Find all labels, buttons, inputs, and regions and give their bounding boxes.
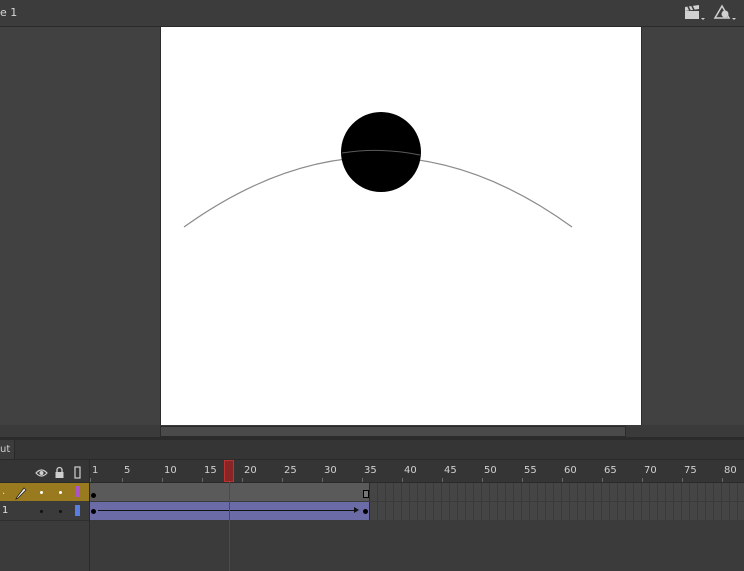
keyframe[interactable] bbox=[363, 509, 368, 514]
stage-drawing bbox=[183, 112, 573, 228]
tween-arrow bbox=[98, 510, 356, 511]
ruler-label: 40 bbox=[404, 465, 417, 476]
ruler-label: 35 bbox=[364, 465, 377, 476]
ruler-tick bbox=[202, 478, 203, 482]
ruler-tick bbox=[562, 478, 563, 482]
lock-dot[interactable] bbox=[59, 491, 62, 494]
ruler-label: 60 bbox=[564, 465, 577, 476]
ruler-label: 25 bbox=[284, 465, 297, 476]
ruler-tick bbox=[122, 478, 123, 482]
ruler-tick bbox=[362, 478, 363, 482]
layer-row-1[interactable]: 1 bbox=[0, 502, 89, 521]
ruler-label: 65 bbox=[604, 465, 617, 476]
clapperboard-icon[interactable] bbox=[682, 3, 708, 23]
layer-color-swatch[interactable] bbox=[75, 505, 80, 516]
guide-frame-span[interactable] bbox=[90, 483, 370, 501]
stage-horizontal-scrollbar[interactable] bbox=[0, 425, 744, 437]
keyframe[interactable] bbox=[91, 509, 96, 514]
scrollbar-thumb[interactable] bbox=[160, 426, 626, 437]
tween-arrow-head bbox=[354, 507, 359, 513]
ruler-label: 55 bbox=[524, 465, 537, 476]
ruler-tick bbox=[402, 478, 403, 482]
ruler-tick bbox=[722, 478, 723, 482]
ruler-label: 10 bbox=[164, 465, 177, 476]
timeline-panel: 1 5 10 15 20 25 30 35 40 45 50 55 60 65 70 75 80 . 1 bbox=[0, 460, 744, 571]
keyframe[interactable] bbox=[91, 493, 96, 498]
ruler-tick bbox=[642, 478, 643, 482]
ruler-tick bbox=[282, 478, 283, 482]
layer-name: . bbox=[2, 486, 6, 497]
ruler-label: 20 bbox=[244, 465, 257, 476]
ruler-tick bbox=[602, 478, 603, 482]
ruler-label: 80 bbox=[724, 465, 737, 476]
panel-tabbar: ut bbox=[0, 440, 744, 460]
stage-canvas[interactable] bbox=[160, 27, 642, 425]
end-frame-marker[interactable] bbox=[363, 490, 369, 498]
ruler-label: 70 bbox=[644, 465, 657, 476]
visibility-dot[interactable] bbox=[40, 510, 43, 513]
ruler-label: 1 bbox=[92, 465, 99, 476]
ruler-label: 15 bbox=[204, 465, 217, 476]
ruler-tick bbox=[442, 478, 443, 482]
scene-toolbar: e 1 bbox=[0, 0, 744, 27]
playhead-line bbox=[229, 482, 230, 571]
ruler-tick bbox=[242, 478, 243, 482]
layer-list: . 1 bbox=[0, 460, 90, 571]
visibility-dot[interactable] bbox=[40, 491, 43, 494]
ruler-label: 30 bbox=[324, 465, 337, 476]
frame-row-guide[interactable] bbox=[90, 483, 744, 501]
ruler-label: 75 bbox=[684, 465, 697, 476]
ruler-tick bbox=[682, 478, 683, 482]
layer-row-guide[interactable]: . bbox=[0, 483, 89, 501]
scene-label[interactable]: e 1 bbox=[0, 6, 17, 19]
ruler-label: 45 bbox=[444, 465, 457, 476]
ruler-label: 5 bbox=[124, 465, 131, 476]
ruler-tick bbox=[482, 478, 483, 482]
symbol-shapes-icon[interactable] bbox=[712, 3, 738, 23]
ruler-tick bbox=[90, 478, 91, 482]
motion-tween-span[interactable] bbox=[90, 502, 370, 520]
layer-color-swatch[interactable] bbox=[75, 486, 80, 497]
panel-tab-output[interactable]: ut bbox=[0, 440, 15, 459]
playhead-marker[interactable] bbox=[224, 460, 234, 482]
ruler-label: 50 bbox=[484, 465, 497, 476]
timeline-header: 1 5 10 15 20 25 30 35 40 45 50 55 60 65 70 75 80 bbox=[0, 460, 744, 483]
ruler-tick bbox=[162, 478, 163, 482]
frame-row-1[interactable] bbox=[90, 502, 744, 520]
ruler-tick bbox=[322, 478, 323, 482]
layer-name: 1 bbox=[2, 505, 9, 516]
lock-dot[interactable] bbox=[59, 510, 62, 513]
ruler-tick bbox=[522, 478, 523, 482]
